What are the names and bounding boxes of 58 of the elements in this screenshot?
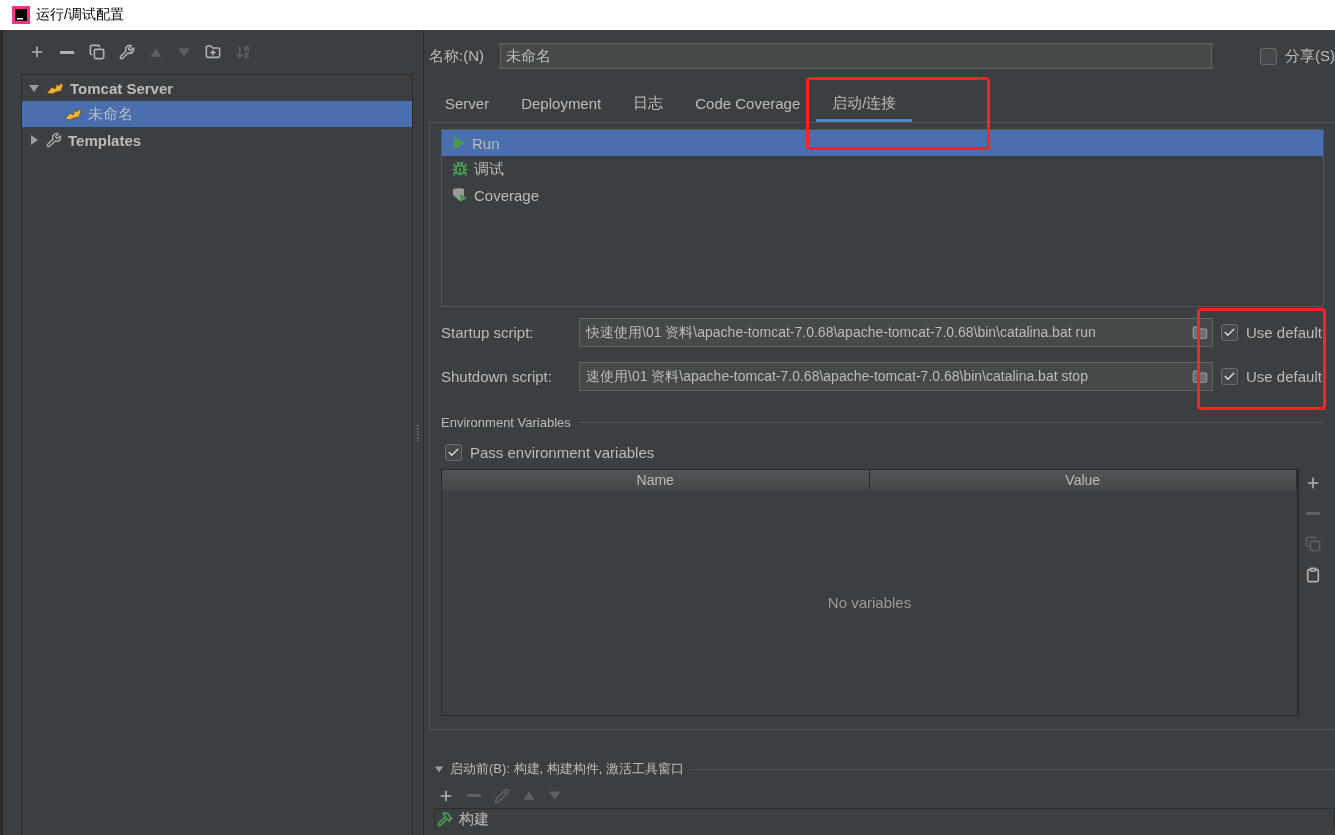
list-item[interactable]: 构建	[435, 809, 1334, 829]
wrench-icon	[46, 132, 62, 148]
section-title[interactable]: 启动前(B): 构建, 构建构件, 激活工具窗口	[450, 760, 684, 778]
checkbox[interactable]	[1221, 368, 1238, 385]
tab[interactable]: Deployment	[505, 88, 618, 122]
tree-item[interactable]: Templates	[22, 127, 412, 153]
pass-env-label: Pass environment variables	[470, 444, 655, 461]
check-icon	[1223, 326, 1236, 339]
plus-icon	[438, 788, 454, 804]
script-label: Startup script:	[441, 324, 535, 341]
column-header[interactable]: Value	[869, 470, 1297, 490]
use-default-label: Use default	[1246, 324, 1322, 341]
column-header[interactable]: Name	[442, 470, 870, 490]
pencil-icon	[494, 788, 510, 804]
hammer-icon	[437, 811, 453, 827]
checkbox[interactable]	[1221, 324, 1238, 341]
use-default-label: Use default	[1246, 368, 1322, 385]
tab[interactable]: Server	[429, 88, 506, 122]
window-title: 运行/调试配置	[36, 6, 124, 24]
checkbox[interactable]	[1260, 47, 1277, 65]
play-icon	[452, 136, 466, 150]
check-icon	[447, 446, 460, 459]
plus-icon	[29, 44, 45, 60]
clipboard-icon	[1305, 567, 1321, 583]
app-logo-icon	[12, 6, 30, 24]
tab[interactable]: 启动/连接	[816, 88, 913, 122]
section-title: Environment Variables	[441, 415, 571, 430]
plus-icon	[1305, 475, 1321, 491]
copy-icon	[1305, 536, 1321, 552]
name-label: 名称:(N)	[429, 46, 484, 66]
tab[interactable]: 日志	[617, 88, 680, 122]
tab[interactable]: Code Coverage	[679, 88, 817, 122]
expand-triangle-icon	[28, 82, 40, 94]
shield-play-icon	[452, 187, 468, 203]
script-field[interactable]: 快速使用\01 资料\apache-tomcat-7.0.68\apache-tomcat-7.0.68\bin\catalina.bat run	[579, 318, 1213, 347]
copy-icon	[89, 44, 105, 60]
list-item[interactable]: 调试	[442, 156, 1323, 182]
check-icon	[1223, 370, 1236, 383]
toolbar-button[interactable]	[87, 42, 107, 62]
minus-icon	[467, 794, 481, 797]
checkbox[interactable]	[445, 444, 462, 461]
empty-message: No variables	[827, 594, 912, 611]
bug-icon	[452, 161, 468, 177]
wrench-icon	[119, 44, 135, 60]
script-label: Shutdown script:	[441, 368, 553, 385]
folder-icon[interactable]	[1192, 324, 1208, 341]
list-item[interactable]: Coverage	[442, 182, 1323, 208]
folder-icon[interactable]	[1192, 368, 1208, 385]
tree-item[interactable]: Tomcat Server	[22, 75, 412, 101]
script-field[interactable]: 速使用\01 资料\apache-tomcat-7.0.68\apache-tomcat-7.0.68\bin\catalina.bat stop	[579, 362, 1213, 391]
minus-icon	[1306, 512, 1320, 515]
sort-icon	[235, 44, 251, 60]
folder-plus-icon	[205, 44, 221, 60]
name-field[interactable]: 未命名	[500, 43, 1212, 69]
minus-icon	[60, 50, 74, 54]
toolbar-button[interactable]	[117, 42, 137, 62]
expand-triangle-icon	[28, 134, 40, 146]
share-label: 分享(S)	[1285, 46, 1335, 66]
